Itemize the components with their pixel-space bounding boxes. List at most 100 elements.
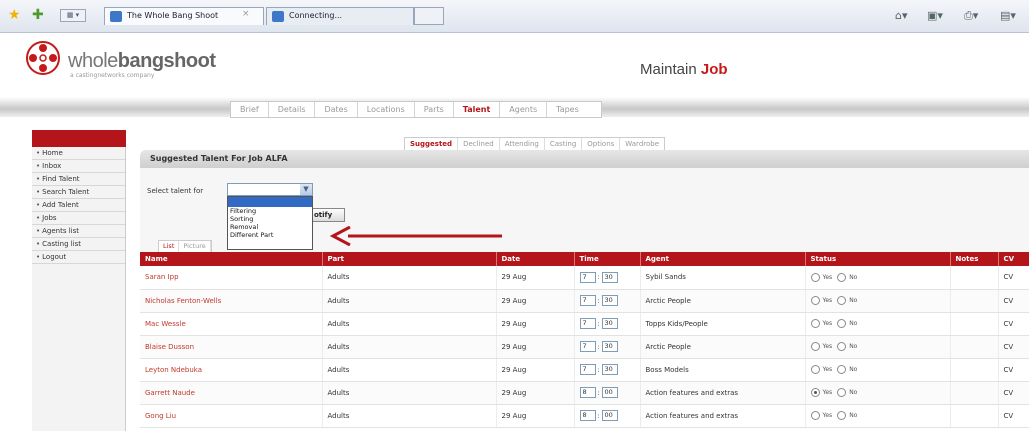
sidebar-item-find-talent[interactable]: • Find Talent — [32, 173, 125, 186]
column-header-date[interactable]: Date — [496, 252, 575, 266]
sidebar-item-home[interactable]: • Home — [32, 147, 125, 160]
logo-prefix: whole — [68, 50, 118, 72]
talent-name-link[interactable]: Nicholas Fenton-Wells — [140, 289, 323, 313]
hour-input[interactable]: 7 — [579, 318, 596, 329]
status-no-radio[interactable] — [837, 272, 847, 282]
status-no-radio[interactable] — [837, 296, 847, 305]
minute-input[interactable]: 00 — [601, 410, 618, 421]
cv-link[interactable]: CV — [998, 266, 1029, 290]
tab-dates[interactable]: Dates — [315, 102, 358, 117]
status-no-radio[interactable] — [837, 319, 847, 328]
page-title: Maintain Job — [640, 61, 728, 78]
talent-name-link[interactable]: Garrett Naude — [140, 381, 323, 405]
minute-input[interactable]: 30 — [601, 364, 618, 375]
tab-locations[interactable]: Locations — [358, 102, 415, 117]
select-talent-dropdown[interactable]: ▼ — [227, 183, 313, 196]
column-header-cv[interactable]: CV — [998, 252, 1029, 266]
browser-tab[interactable]: Connecting... — [266, 7, 414, 25]
status-yes-radio[interactable] — [810, 411, 820, 420]
column-header-name[interactable]: Name — [140, 252, 323, 266]
tab-tapes[interactable]: Tapes — [547, 102, 601, 117]
tab-picture[interactable]: Picture — [179, 241, 211, 252]
talent-name-link[interactable]: Gong Liu — [140, 404, 323, 428]
sidebar-item-label: Logout — [42, 253, 67, 261]
hour-input[interactable]: 7 — [579, 295, 596, 306]
sidebar-item-add-talent[interactable]: • Add Talent — [32, 199, 125, 212]
talent-name-link[interactable]: Leyton Ndebuka — [140, 358, 323, 382]
tab-list-icon[interactable]: ▦ ▾ — [60, 9, 86, 22]
add-favorites-icon[interactable]: ✚ — [32, 8, 44, 22]
tab-brief[interactable]: Brief — [231, 102, 269, 117]
tab-wardrobe[interactable]: Wardrobe — [620, 138, 664, 150]
sidebar-item-inbox[interactable]: • Inbox — [32, 160, 125, 173]
hour-input[interactable]: 8 — [579, 387, 596, 398]
column-header-agent[interactable]: Agent — [640, 252, 806, 266]
sidebar-item-search-talent[interactable]: • Search Talent — [32, 186, 125, 199]
hour-input[interactable]: 7 — [579, 271, 596, 283]
tab-details[interactable]: Details — [269, 102, 316, 117]
column-header-time[interactable]: Time — [574, 252, 641, 266]
status-no-radio[interactable] — [837, 342, 847, 351]
tab-list[interactable]: List — [159, 241, 180, 252]
sidebar-item-jobs[interactable]: • Jobs — [32, 212, 125, 225]
tab-attending[interactable]: Attending — [500, 138, 545, 150]
close-tab-icon[interactable]: × — [242, 9, 250, 19]
cv-link[interactable]: CV — [998, 289, 1029, 313]
logo-wordmark[interactable]: wholebangshoot — [68, 50, 216, 73]
minute-input[interactable]: 30 — [601, 271, 618, 283]
dropdown-option[interactable]: Filtering — [228, 207, 312, 215]
status-yes-radio[interactable] — [810, 388, 820, 397]
tab-agents[interactable]: Agents — [500, 102, 548, 117]
status-yes-radio[interactable] — [810, 272, 820, 282]
cv-link[interactable]: CV — [998, 312, 1029, 336]
status-yes-radio[interactable] — [810, 365, 820, 374]
home-icon[interactable]: ⌂▾ — [895, 9, 908, 22]
browser-tab-active[interactable]: The Whole Bang Shoot — [104, 7, 264, 25]
column-header-notes[interactable]: Notes — [950, 252, 999, 266]
page-menu-icon[interactable]: ▤▾ — [1000, 9, 1016, 22]
talent-name-link[interactable]: Blaise Dusson — [140, 335, 323, 359]
new-tab-button[interactable] — [414, 7, 444, 25]
tab-casting[interactable]: Casting — [545, 138, 583, 150]
dropdown-option[interactable]: Removal — [228, 223, 312, 231]
status-no-radio[interactable] — [837, 388, 847, 397]
dropdown-option[interactable]: Different Part — [228, 231, 312, 239]
cv-link[interactable]: CV — [998, 335, 1029, 359]
sidebar-item-agents-list[interactable]: • Agents list — [32, 225, 125, 238]
minute-input[interactable]: 30 — [601, 341, 618, 352]
sidebar-item-casting-list[interactable]: • Casting list — [32, 238, 125, 251]
cv-link[interactable]: CV — [998, 358, 1029, 382]
tab-talent[interactable]: Talent — [454, 102, 501, 117]
dropdown-highlighted-option[interactable] — [228, 197, 312, 207]
tab-options[interactable]: Options — [582, 138, 621, 150]
status-no-radio[interactable] — [837, 365, 847, 374]
status-yes-label: Yes — [822, 273, 833, 281]
hour-input[interactable]: 7 — [579, 364, 596, 375]
tab-declined[interactable]: Declined — [458, 138, 500, 150]
print-icon[interactable]: ⎙▾ — [964, 9, 978, 23]
minute-input[interactable]: 00 — [601, 387, 618, 398]
tab-suggested[interactable]: Suggested — [405, 138, 459, 150]
talent-name-link[interactable]: Saran Ipp — [140, 266, 323, 290]
hour-input[interactable]: 8 — [579, 410, 596, 421]
status-yes-radio[interactable] — [810, 342, 820, 351]
feeds-icon[interactable]: ▣▾ — [927, 9, 943, 22]
tab-parts[interactable]: Parts — [415, 102, 454, 117]
hour-input[interactable]: 7 — [579, 341, 596, 352]
cv-link[interactable]: CV — [998, 381, 1029, 405]
notify-button[interactable]: otify — [309, 208, 345, 222]
status-yes-radio[interactable] — [810, 319, 820, 328]
sidebar-item-logout[interactable]: • Logout — [32, 251, 125, 264]
column-header-part[interactable]: Part — [322, 252, 497, 266]
minute-input[interactable]: 30 — [601, 295, 618, 306]
status-yes-radio[interactable] — [810, 296, 820, 305]
minute-input[interactable]: 30 — [601, 318, 618, 329]
column-header-status[interactable]: Status — [805, 252, 951, 266]
status-no-radio[interactable] — [837, 411, 847, 420]
chevron-down-icon[interactable]: ▼ — [300, 184, 312, 195]
part-cell: Adults — [322, 404, 497, 428]
talent-name-link[interactable]: Mac Wessle — [140, 312, 323, 336]
favorites-star-icon[interactable]: ★ — [8, 8, 21, 22]
cv-link[interactable]: CV — [998, 404, 1029, 428]
dropdown-option[interactable]: Sorting — [228, 215, 312, 223]
